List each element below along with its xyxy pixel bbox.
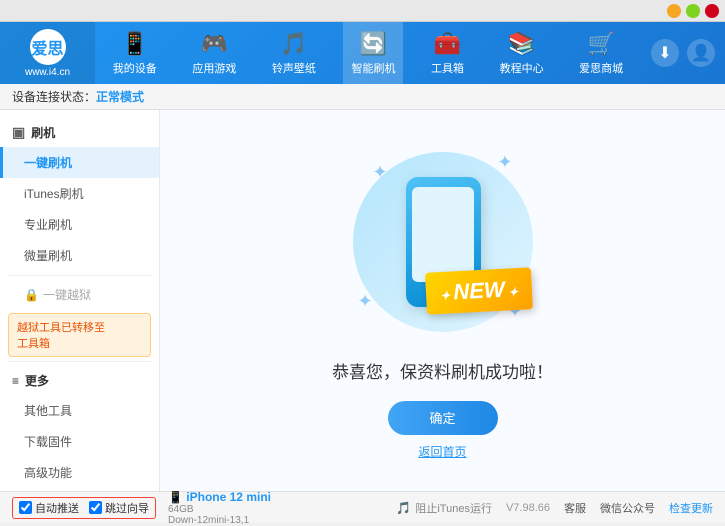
jailbreak-notice: 越狱工具已转移至工具箱 [8,313,151,357]
back-to-home-link[interactable]: 返回首页 [418,443,466,460]
bottom-bar: 自动推送 跳过向导 📱 iPhone 12 mini 64GB Down-12m… [0,491,725,523]
nav-my-device-label: 我的设备 [113,60,157,76]
nav-store-label: 爱思商城 [579,60,623,76]
logo-subtitle: www.i4.cn [25,67,70,78]
nav-app-game-label: 应用游戏 [192,60,236,76]
sparkle-2: ✦ [497,152,512,173]
user-button[interactable]: 👤 [687,39,715,67]
device-capacity: 64GB [168,504,271,515]
sidebar-divider-2 [8,361,151,362]
wechat-official-link[interactable]: 微信公众号 [600,500,655,516]
checkbox-group: 自动推送 跳过向导 [12,497,156,519]
itunes-icon: 🎵 [396,501,411,515]
sidebar-item-other-tools[interactable]: 其他工具 [0,395,159,426]
sidebar-divider-1 [8,275,151,276]
close-button[interactable] [705,4,719,18]
nav-bar: 📱 我的设备 🎮 应用游戏 🎵 铃声壁纸 🔄 智能刷机 🧰 工具箱 📚 教程中心… [95,22,641,84]
toolbox-icon: 🧰 [434,31,461,57]
new-badge: NEW [425,267,533,314]
minimize-button[interactable] [667,4,681,18]
phone-screen [412,187,474,282]
skip-wizard-input[interactable] [89,501,102,514]
header: 爱思 www.i4.cn 📱 我的设备 🎮 应用游戏 🎵 铃声壁纸 🔄 智能刷机… [0,22,725,84]
skip-wizard-label: 跳过向导 [105,500,149,516]
auto-push-label: 自动推送 [35,500,79,516]
more-section-icon: ≡ [12,374,19,388]
logo-icon: 爱思 [30,29,66,65]
app-game-icon: 🎮 [201,31,228,57]
status-value: 正常模式 [96,88,144,105]
download-button[interactable]: ⬇ [651,39,679,67]
skip-wizard-checkbox[interactable]: 跳过向导 [89,500,149,516]
main-layout: ▣ 刷机 一键刷机 iTunes刷机 专业刷机 微量刷机 🔒 一键越狱 越狱工具… [0,110,725,491]
sparkle-3: ✦ [358,291,373,312]
auto-push-checkbox[interactable]: 自动推送 [19,500,79,516]
nav-ringtone-label: 铃声壁纸 [272,60,316,76]
phone-small-icon: 📱 [168,490,183,504]
sidebar-section-flash: ▣ 刷机 [0,118,159,147]
sidebar-jailbreak-disabled: 🔒 一键越狱 [0,280,159,309]
version-text: V7.98.66 [506,502,550,514]
bottom-left: 自动推送 跳过向导 📱 iPhone 12 mini 64GB Down-12m… [12,490,271,526]
device-model: Down-12mini-13,1 [168,515,271,526]
device-name: 📱 iPhone 12 mini [168,490,271,504]
sidebar-item-one-key-flash[interactable]: 一键刷机 [0,147,159,178]
bottom-right: 🎵 阻止iTunes运行 V7.98.66 客服 微信公众号 检查更新 [396,500,713,516]
sidebar-item-pro-flash[interactable]: 专业刷机 [0,209,159,240]
status-label: 设备连接状态： [12,88,96,105]
sidebar-item-wipe-flash[interactable]: 微量刷机 [0,240,159,271]
sidebar-item-itunes-flash[interactable]: iTunes刷机 [0,178,159,209]
maximize-button[interactable] [686,4,700,18]
nav-my-device[interactable]: 📱 我的设备 [105,22,165,84]
smart-flash-icon: 🔄 [360,31,387,57]
content-area: ✦ ✦ ✦ ✦ NEW 恭喜您，保资料刷机成功啦！ 确定 返回首页 [160,110,725,491]
success-text: 恭喜您，保资料刷机成功啦！ [332,358,553,383]
tutorial-icon: 📚 [508,31,535,57]
nav-toolbox-label: 工具箱 [431,60,464,76]
auto-push-input[interactable] [19,501,32,514]
flash-section-label: 刷机 [31,124,55,141]
nav-ringtone[interactable]: 🎵 铃声壁纸 [264,22,324,84]
flash-section-icon: ▣ [12,124,25,141]
store-icon: 🛒 [587,31,614,57]
sidebar-item-advanced[interactable]: 高级功能 [0,457,159,488]
confirm-button[interactable]: 确定 [388,401,498,435]
my-device-icon: 📱 [121,31,148,57]
device-info: 📱 iPhone 12 mini 64GB Down-12mini-13,1 [168,490,271,526]
nav-tutorial-label: 教程中心 [500,60,544,76]
sidebar: ▣ 刷机 一键刷机 iTunes刷机 专业刷机 微量刷机 🔒 一键越狱 越狱工具… [0,110,160,491]
nav-store[interactable]: 🛒 爱思商城 [571,22,631,84]
lock-icon: 🔒 [24,288,39,302]
customer-service-link[interactable]: 客服 [564,500,586,516]
nav-tutorial[interactable]: 📚 教程中心 [492,22,552,84]
sparkle-1: ✦ [373,162,388,183]
sidebar-section-more: ≡ 更多 [0,366,159,395]
sidebar-item-download-firmware[interactable]: 下载固件 [0,426,159,457]
nav-app-game[interactable]: 🎮 应用游戏 [184,22,244,84]
ringtone-icon: 🎵 [280,31,307,57]
itunes-status: 🎵 阻止iTunes运行 [396,500,492,516]
nav-toolbox[interactable]: 🧰 工具箱 [423,22,472,84]
nav-smart-flash-label: 智能刷机 [351,60,395,76]
title-bar [0,0,725,22]
check-update-button[interactable]: 检查更新 [669,500,713,516]
nav-right-actions: ⬇ 👤 [641,39,725,67]
logo-area: 爱思 www.i4.cn [0,22,95,84]
itunes-status-text: 阻止iTunes运行 [415,500,492,516]
status-bar: 设备连接状态： 正常模式 [0,84,725,110]
illustration: ✦ ✦ ✦ ✦ NEW [343,142,543,342]
nav-smart-flash[interactable]: 🔄 智能刷机 [343,22,403,84]
